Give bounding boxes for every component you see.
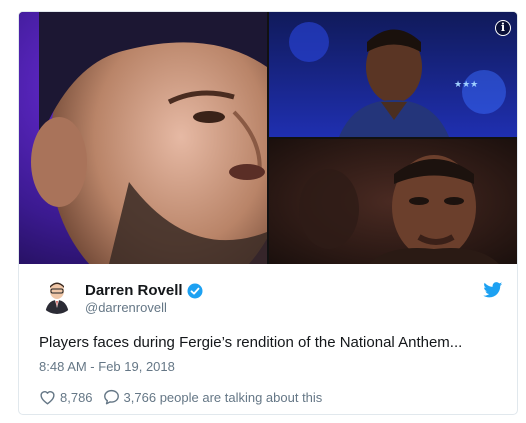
avatar[interactable] — [39, 278, 75, 314]
embedded-tweet-card[interactable]: ★★★ i Darren Rovell @darrenrovell Player… — [18, 11, 518, 415]
verified-badge-icon — [187, 283, 203, 298]
photo-top-right-image: ★★★ — [269, 12, 517, 137]
avatar-image — [39, 278, 75, 314]
author-handle[interactable]: @darrenrovell — [85, 300, 167, 315]
tweet-author[interactable]: Darren Rovell @darrenrovell — [39, 278, 479, 318]
tweet-timestamp[interactable]: 8:48 AM - Feb 19, 2018 — [39, 359, 175, 374]
svg-text:★★★: ★★★ — [454, 80, 478, 90]
photo-top-right[interactable]: ★★★ — [269, 12, 517, 137]
photo-left[interactable] — [19, 12, 267, 264]
info-icon[interactable]: i — [495, 20, 511, 36]
speech-bubble-icon[interactable] — [103, 389, 120, 405]
display-name[interactable]: Darren Rovell — [85, 282, 183, 299]
twitter-bird-icon[interactable] — [483, 282, 503, 298]
conversation-link[interactable]: 3,766 people are talking about this — [124, 390, 323, 405]
like-count[interactable]: 8,786 — [60, 390, 93, 405]
heart-icon[interactable] — [39, 389, 56, 405]
tweet-actions: 8,786 3,766 people are talking about thi… — [39, 387, 322, 407]
photo-bottom-right[interactable] — [269, 139, 517, 264]
photo-bottom-right-image — [269, 139, 517, 264]
tweet-media-grid[interactable]: ★★★ i — [19, 12, 517, 264]
name-row: Darren Rovell — [85, 282, 203, 299]
tweet-text: Players faces during Fergie’s rendition … — [39, 334, 463, 351]
photo-left-image — [19, 12, 267, 264]
